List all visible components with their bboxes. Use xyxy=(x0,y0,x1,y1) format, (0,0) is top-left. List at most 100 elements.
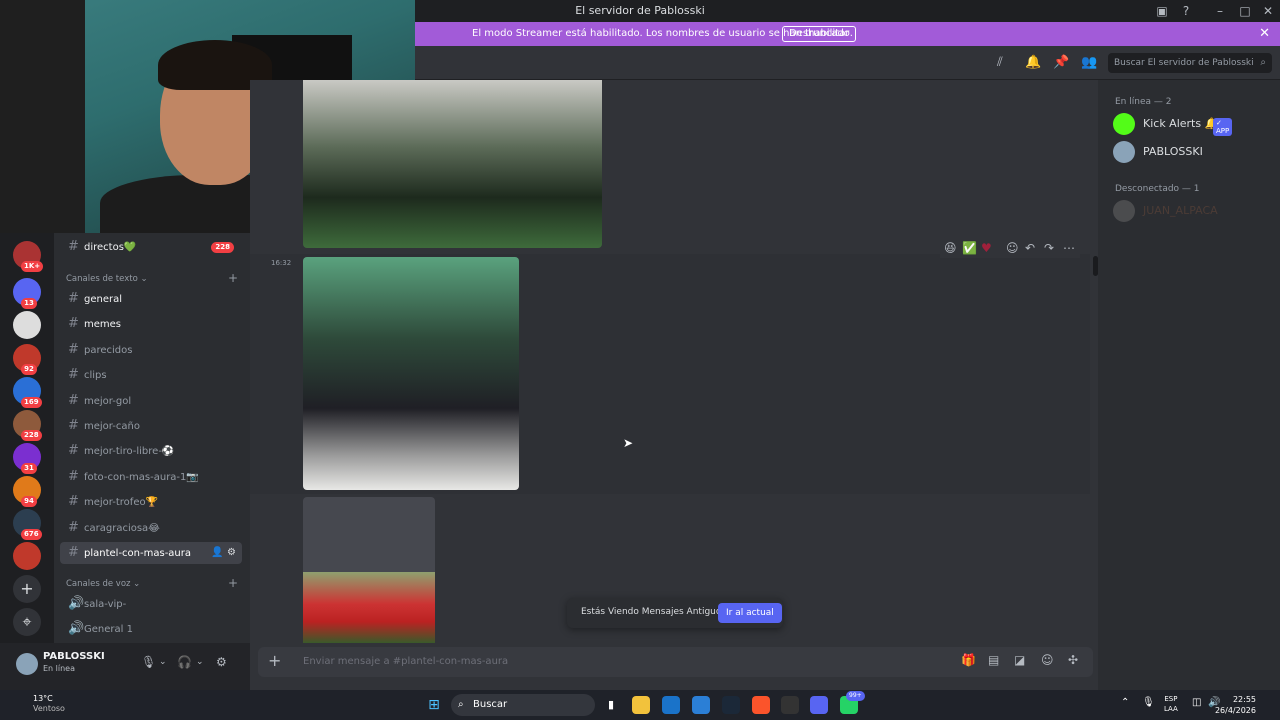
channel-item[interactable]: # mejor-trofeo🏆 xyxy=(60,491,242,513)
channel-name: sala-vip- xyxy=(84,599,127,610)
trophy-photo-attachment[interactable] xyxy=(303,257,519,490)
message-input[interactable]: Enviar mensaje a #plantel-con-mas-aura xyxy=(303,656,508,667)
task-view-icon[interactable]: ▮ xyxy=(602,696,620,714)
add-reaction-icon[interactable]: ☺ xyxy=(1006,241,1019,255)
channel-name: plantel-con-mas-aura xyxy=(84,548,192,559)
store-icon[interactable] xyxy=(662,696,680,714)
maximize-button[interactable]: □ xyxy=(1237,3,1253,19)
steam-icon[interactable] xyxy=(722,696,740,714)
jump-to-present-button[interactable]: Ir al actual xyxy=(718,603,782,623)
channel-item[interactable]: # general xyxy=(60,288,242,310)
server-icon[interactable] xyxy=(13,542,41,570)
network-icon[interactable]: ◫ xyxy=(1192,697,1201,708)
server-unread-badge: 676 xyxy=(21,529,42,540)
bell-icon[interactable]: 🔔 xyxy=(1025,55,1041,70)
gift-icon[interactable]: 🎁 xyxy=(961,653,976,667)
settings-gear-icon[interactable]: ⚙ xyxy=(216,655,227,669)
heart-reaction-icon[interactable]: ♥ xyxy=(981,241,992,255)
message-composer[interactable]: + Enviar mensaje a #plantel-con-mas-aura… xyxy=(258,647,1093,677)
channel-name: General 1 xyxy=(84,624,133,636)
members-icon[interactable]: 👥 xyxy=(1081,55,1097,70)
channel-item[interactable]: # mejor-caño xyxy=(60,415,242,437)
file-explorer-icon[interactable] xyxy=(632,696,650,714)
server-unread-badge: 92 xyxy=(21,364,37,375)
check-reaction-icon[interactable]: ✅ xyxy=(962,241,977,255)
channel-name: parecidos xyxy=(84,344,133,356)
team-photo-attachment[interactable] xyxy=(303,80,602,248)
channel-item[interactable]: # caragraciosa😂 xyxy=(60,517,242,539)
speaker-icon: 🔊 xyxy=(68,596,85,611)
channel-item[interactable]: # clips xyxy=(60,364,242,386)
channel-item[interactable]: # memes xyxy=(60,313,242,335)
channel-sidebar: # directos💚 228 Canales de texto ⌄ + # gen… xyxy=(54,233,250,643)
windows-start-icon[interactable]: ⊞ xyxy=(425,696,443,714)
server-unread-badge: 94 xyxy=(21,496,37,507)
add-text-channel-icon[interactable]: + xyxy=(228,271,238,285)
language-indicator[interactable]: ESP LAA xyxy=(1164,694,1178,714)
server-unread-badge: 228 xyxy=(21,430,42,441)
hash-icon: # xyxy=(68,418,79,433)
minimize-button[interactable]: – xyxy=(1212,3,1228,19)
weather-widget[interactable]: 13°C Ventoso xyxy=(33,694,65,714)
brave-icon[interactable] xyxy=(752,696,770,714)
member-list xyxy=(1098,80,1280,690)
hash-icon: # xyxy=(68,494,79,510)
voice-channels-category[interactable]: Canales de voz ⌄ xyxy=(66,579,140,589)
channel-item[interactable]: # mejor-gol xyxy=(60,390,242,412)
outlook-icon[interactable] xyxy=(692,696,710,714)
app-icon[interactable] xyxy=(781,696,799,714)
channel-settings-icons[interactable]: 👤 ⚙ xyxy=(211,542,236,564)
taskbar-search[interactable]: ⌕ Buscar xyxy=(451,694,595,716)
add-voice-channel-icon[interactable]: + xyxy=(228,576,238,590)
microphone-tray-icon[interactable]: 🎙 xyxy=(1142,697,1155,708)
sticker-icon[interactable]: ◪ xyxy=(1014,653,1025,667)
pin-icon[interactable]: 📌 xyxy=(1053,55,1069,70)
hash-icon: # xyxy=(68,291,79,306)
channel-item[interactable]: # parecidos xyxy=(60,339,242,361)
close-window-button[interactable]: ✕ xyxy=(1260,3,1276,19)
disable-streamer-button[interactable]: Deshabilitar xyxy=(782,26,857,42)
channel-directos[interactable]: # directos💚 228 xyxy=(60,236,242,258)
server-unread-badge: 169 xyxy=(21,397,42,408)
emoji-icon[interactable]: ☺ xyxy=(1041,653,1054,667)
system-clock[interactable]: 22:55 26/4/2026 xyxy=(1215,694,1256,716)
microphone-icon[interactable]: 🎙 xyxy=(141,655,156,669)
channel-item[interactable]: # foto-con-mas-aura-1📷 xyxy=(60,466,242,488)
server-icon[interactable] xyxy=(13,311,41,339)
search-icon: ⌕ xyxy=(458,699,464,710)
voice-channel-item[interactable]: 🔊General 1 xyxy=(60,618,242,640)
laugh-reaction-icon[interactable]: 😆 xyxy=(944,241,957,255)
tray-chevron-icon[interactable]: ⌃ xyxy=(1121,697,1129,708)
reply-icon[interactable]: ↶ xyxy=(1025,241,1035,255)
chevron-down-icon[interactable]: ⌄ xyxy=(159,657,167,667)
help-icon[interactable]: ? xyxy=(1178,3,1194,19)
discord-icon[interactable] xyxy=(810,696,828,714)
channel-name: mejor-tiro-libre-⚽ xyxy=(84,446,175,458)
channel-item[interactable]: # plantel-con-mas-aura 👤 ⚙ xyxy=(60,542,242,564)
channel-name: clips xyxy=(84,370,107,382)
offline-header: Desconectado — 1 xyxy=(1115,184,1200,194)
red-team-photo-attachment[interactable] xyxy=(303,497,435,643)
apps-icon[interactable]: ✣ xyxy=(1068,653,1078,667)
voice-channel-item[interactable]: 🔊sala-vip- xyxy=(60,593,242,615)
threads-icon[interactable]: ⫽ xyxy=(997,55,1003,70)
avatar xyxy=(1113,200,1135,222)
add-server-icon[interactable]: + xyxy=(13,575,41,603)
unread-badge: 228 xyxy=(211,242,234,253)
more-icon[interactable]: ⋯ xyxy=(1063,241,1075,255)
channel-item[interactable]: # mejor-tiro-libre-⚽ xyxy=(60,440,242,462)
channel-name: caragraciosa😂 xyxy=(84,522,160,534)
forward-icon[interactable]: ↷ xyxy=(1044,241,1054,255)
text-channels-category[interactable]: Canales de texto ⌄ xyxy=(66,274,148,284)
user-status: En línea xyxy=(43,664,76,673)
chevron-down-icon[interactable]: ⌄ xyxy=(196,657,204,667)
explore-icon[interactable]: ⌖ xyxy=(13,608,41,636)
gif-icon[interactable]: ▤ xyxy=(988,653,999,667)
inbox-icon[interactable]: ▣ xyxy=(1154,3,1170,19)
avatar[interactable] xyxy=(16,653,38,675)
close-banner-icon[interactable]: ✕ xyxy=(1259,26,1270,41)
hash-icon: # xyxy=(68,367,79,383)
search-input[interactable]: Buscar El servidor de Pablosski ⌕ xyxy=(1108,53,1272,73)
headphones-icon[interactable]: 🎧 xyxy=(177,655,192,669)
add-attachment-icon[interactable]: + xyxy=(268,651,281,670)
